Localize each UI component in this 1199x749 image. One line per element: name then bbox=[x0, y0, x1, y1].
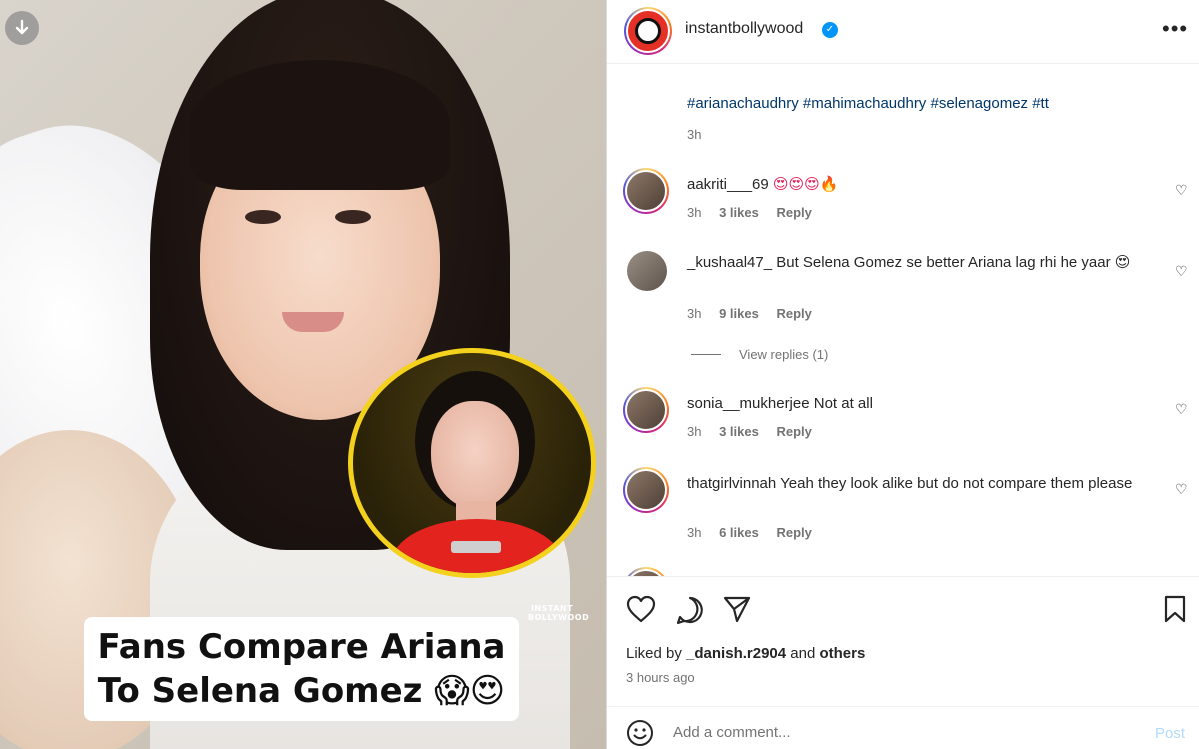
heart-icon[interactable]: ♡ bbox=[1175, 401, 1188, 418]
comment-text: 😍😍😍🔥 bbox=[772, 175, 839, 193]
comment-icon[interactable] bbox=[675, 595, 705, 630]
comment-likes[interactable]: 6 likes bbox=[719, 525, 759, 540]
comment-input[interactable] bbox=[673, 717, 1133, 747]
account-username[interactable]: instantbollywood bbox=[685, 20, 803, 38]
comment-reply-button[interactable]: Reply bbox=[776, 525, 811, 540]
comment-reply-button[interactable]: Reply bbox=[776, 205, 811, 220]
brand-watermark: INSTANT BOLLYWOOD bbox=[528, 604, 590, 622]
comment-meta: 3h 6 likes Reply bbox=[687, 525, 826, 540]
watermark-line2: BOLLYWOOD bbox=[528, 613, 590, 622]
heart-icon[interactable]: ♡ bbox=[1175, 263, 1188, 280]
liked-and: and bbox=[790, 645, 816, 662]
post-hashtags[interactable]: #arianachaudhry #mahimachaudhry #selenag… bbox=[687, 95, 1049, 112]
add-comment-bar: Post bbox=[607, 706, 1199, 749]
comment-meta: 3h 3 likes Reply bbox=[687, 424, 826, 439]
post-side-panel: instantbollywood ✓ ••• #arianachaudhry #… bbox=[606, 0, 1199, 749]
caption-line1: Fans Compare Ariana bbox=[97, 627, 506, 667]
view-replies-button[interactable]: View replies (1) bbox=[691, 347, 828, 362]
save-bookmark-icon[interactable] bbox=[1163, 595, 1187, 628]
account-avatar[interactable] bbox=[624, 7, 672, 55]
heart-icon[interactable]: ♡ bbox=[1175, 182, 1188, 199]
comment-time: 3h bbox=[687, 306, 702, 321]
post-media[interactable]: INSTANT BOLLYWOOD Fans Compare Ariana To… bbox=[0, 0, 606, 749]
comment-avatar[interactable] bbox=[623, 387, 669, 433]
comment-likes[interactable]: 3 likes bbox=[719, 205, 759, 220]
media-caption: Fans Compare Ariana To Selena Gomez 😱😍 bbox=[84, 617, 519, 721]
comment-username[interactable]: _kushaal47_ bbox=[687, 254, 772, 271]
media-eye-right bbox=[335, 210, 371, 224]
comment-time: 3h bbox=[687, 525, 702, 540]
comment-username[interactable]: aakriti___69 bbox=[687, 176, 769, 193]
comment-reply-button[interactable]: Reply bbox=[776, 306, 811, 321]
comments-list[interactable]: #arianachaudhry #mahimachaudhry #selenag… bbox=[607, 65, 1199, 576]
watermark-line1: INSTANT bbox=[530, 604, 574, 613]
inset-face bbox=[431, 401, 519, 509]
media-eye-left bbox=[245, 210, 281, 224]
comment-username[interactable]: sonia__mukherjee bbox=[687, 395, 810, 412]
comment-meta: 3h 3 likes Reply bbox=[687, 205, 826, 220]
emoji-icon[interactable] bbox=[626, 719, 654, 749]
comment-likes[interactable]: 3 likes bbox=[719, 424, 759, 439]
more-options-icon[interactable]: ••• bbox=[1162, 16, 1188, 42]
like-icon[interactable] bbox=[626, 595, 656, 628]
comment-avatar[interactable] bbox=[623, 467, 669, 513]
comment-text: Yeah they look alike but do not compare … bbox=[780, 475, 1133, 492]
comment-body: sonia__mukherjee Not at all bbox=[687, 393, 1157, 414]
caption-line2: To Selena Gomez 😱😍 bbox=[97, 671, 506, 711]
post-comment-button[interactable]: Post bbox=[1155, 725, 1185, 742]
post-actions: Liked by _danish.r2904 and others 3 hour… bbox=[607, 576, 1199, 706]
liked-prefix: Liked by bbox=[626, 645, 682, 662]
comment-text: But Selena Gomez se better Ariana lag rh… bbox=[776, 254, 1131, 271]
comment-body: _kushaal47_ But Selena Gomez se better A… bbox=[687, 252, 1157, 273]
comment-body: thatgirlvinnah Yeah they look alike but … bbox=[687, 473, 1157, 494]
liked-by: Liked by _danish.r2904 and others bbox=[626, 645, 865, 662]
inset-brooch bbox=[451, 541, 501, 553]
comment-meta: 3h 9 likes Reply bbox=[687, 306, 826, 321]
comment-time: 3h bbox=[687, 424, 702, 439]
download-icon[interactable] bbox=[5, 11, 39, 45]
inset-portrait bbox=[348, 348, 596, 578]
view-replies-label: View replies (1) bbox=[739, 347, 829, 362]
heart-icon[interactable]: ♡ bbox=[1175, 481, 1188, 498]
comment-username[interactable]: thatgirlvinnah bbox=[687, 475, 776, 492]
comment-avatar[interactable] bbox=[623, 567, 669, 576]
post-time-ago[interactable]: 3 hours ago bbox=[626, 670, 695, 685]
liked-others[interactable]: others bbox=[819, 645, 865, 662]
media-bangs bbox=[190, 60, 450, 190]
view-replies-line bbox=[691, 354, 721, 355]
post-time: 3h bbox=[687, 127, 702, 142]
liked-user[interactable]: _danish.r2904 bbox=[686, 645, 786, 662]
comment-time: 3h bbox=[687, 205, 702, 220]
comment-text: Not at all bbox=[813, 395, 873, 412]
verified-badge-icon: ✓ bbox=[822, 22, 838, 38]
comment-likes[interactable]: 9 likes bbox=[719, 306, 759, 321]
post-header: instantbollywood ✓ ••• bbox=[607, 0, 1199, 64]
share-icon[interactable] bbox=[722, 595, 752, 628]
comment-avatar[interactable] bbox=[627, 251, 667, 291]
comment-body: aakriti___69 😍😍😍🔥 bbox=[687, 174, 1157, 195]
comment-avatar[interactable] bbox=[623, 168, 669, 214]
comment-reply-button[interactable]: Reply bbox=[776, 424, 811, 439]
